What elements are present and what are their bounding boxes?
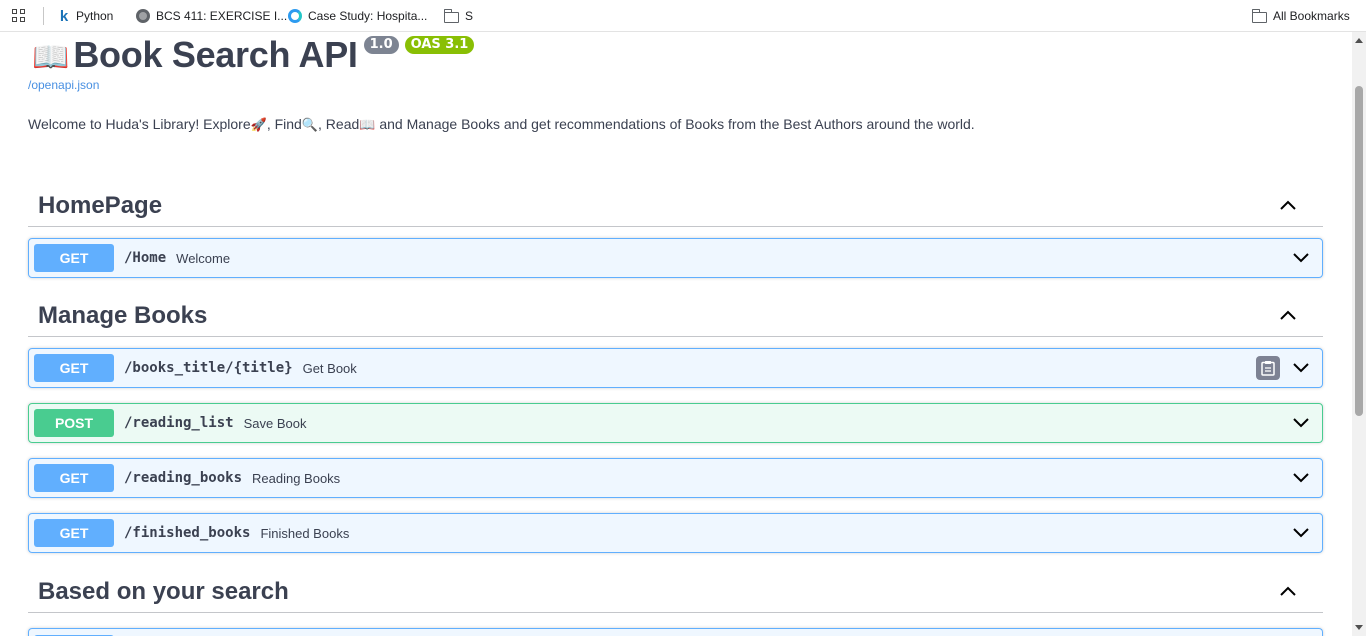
method-badge: GET — [34, 354, 114, 382]
tag-homepage[interactable]: HomePage — [28, 185, 1323, 227]
tag-title: Based on your search — [38, 577, 289, 605]
opblock-get-finished-books[interactable]: GET /finished_books Finished Books — [28, 513, 1323, 553]
chevron-down-icon[interactable] — [1292, 362, 1310, 374]
page-scrollbar[interactable] — [1352, 32, 1366, 636]
method-badge: GET — [34, 244, 114, 272]
chevron-up-icon[interactable] — [1279, 199, 1297, 211]
api-title-row: 📖 Book Search API 1.0 OAS 3.1 — [32, 34, 475, 76]
operation-path: /reading_list — [124, 415, 234, 431]
oas-badge: OAS 3.1 — [404, 36, 475, 54]
tag-title: Manage Books — [38, 301, 208, 329]
scroll-up-arrow-icon[interactable] — [1355, 38, 1363, 43]
operation-summary: Finished Books — [260, 525, 350, 541]
chevron-down-icon[interactable] — [1292, 472, 1310, 484]
method-badge: GET — [34, 519, 114, 547]
tag-based-on-your-search[interactable]: Based on your search — [28, 571, 1323, 613]
scroll-down-arrow-icon[interactable] — [1355, 625, 1363, 630]
k-logo-icon: k — [59, 7, 69, 25]
globe-icon — [136, 9, 150, 23]
version-badge: 1.0 — [363, 36, 399, 54]
operation-summary: Reading Books — [252, 470, 341, 486]
description-text: Welcome to Huda's Library! Explore — [28, 116, 251, 132]
bookmark-python[interactable]: k Python — [58, 7, 114, 25]
operation-path: /reading_books — [124, 470, 243, 486]
opblock-get-reading-books[interactable]: GET /reading_books Reading Books — [28, 458, 1323, 498]
bookmarks-separator — [43, 7, 44, 25]
bookmark-label: BCS 411: EXERCISE I... — [156, 9, 288, 23]
rocket-icon: 🚀 — [250, 117, 267, 132]
scroll-thumb[interactable] — [1355, 86, 1363, 416]
apps-grid-icon[interactable] — [12, 9, 26, 23]
bookmark-bcs411[interactable]: BCS 411: EXERCISE I... — [136, 7, 287, 25]
operation-summary: Welcome — [176, 250, 231, 266]
chevron-down-icon[interactable] — [1292, 417, 1310, 429]
description-text: and Manage Books and get recommendations… — [375, 116, 975, 132]
operation-path: /Home — [124, 250, 167, 266]
clipboard-icon — [1261, 361, 1275, 376]
description-text: , Find — [266, 116, 302, 132]
tag-title: HomePage — [38, 191, 163, 219]
folder-icon — [443, 8, 459, 23]
bookmarks-bar: k Python BCS 411: EXERCISE I... Case Stu… — [0, 0, 1366, 32]
api-description: Welcome to Huda's Library! Explore🚀, Fin… — [28, 116, 975, 133]
opblock-post-reading-list[interactable]: POST /reading_list Save Book — [28, 403, 1323, 443]
bookmark-folder-s[interactable]: S — [443, 7, 474, 25]
opblock-get-books-title[interactable]: GET /books_title/{title} Get Book — [28, 348, 1323, 388]
all-bookmarks-label: All Bookmarks — [1273, 9, 1350, 23]
operation-summary: Get Book — [302, 360, 357, 376]
bookmark-label: Python — [76, 9, 114, 23]
operation-summary: Save Book — [243, 415, 307, 431]
chevron-up-icon[interactable] — [1279, 585, 1297, 597]
operation-path: /books_title/{title} — [124, 360, 293, 376]
magnifier-icon: 🔍 — [301, 117, 319, 132]
book-emoji-icon: 📖 — [32, 41, 70, 74]
chevron-down-icon[interactable] — [1292, 252, 1310, 264]
operation-path: /finished_books — [124, 525, 251, 541]
g-logo-icon — [288, 9, 302, 23]
book-icon: 📖 — [359, 117, 376, 132]
chevron-up-icon[interactable] — [1279, 309, 1297, 321]
method-badge: POST — [34, 409, 114, 437]
description-text: , Read — [318, 116, 360, 132]
bookmark-case-study[interactable]: Case Study: Hospita... — [288, 7, 427, 25]
all-bookmarks-button[interactable]: All Bookmarks — [1251, 7, 1350, 25]
opblock-get-home[interactable]: GET /Home Welcome — [28, 238, 1323, 278]
folder-icon — [1251, 8, 1267, 23]
tag-manage-books[interactable]: Manage Books — [28, 295, 1323, 337]
openapi-json-link[interactable]: /openapi.json — [28, 78, 99, 92]
bookmark-label: Case Study: Hospita... — [308, 9, 428, 23]
api-title: Book Search API — [73, 34, 358, 75]
method-badge: GET — [34, 464, 114, 492]
chevron-down-icon[interactable] — [1292, 527, 1310, 539]
bookmark-label: S — [465, 9, 474, 23]
opblock-partial[interactable] — [28, 628, 1323, 636]
copy-to-clipboard-button[interactable] — [1256, 356, 1280, 380]
